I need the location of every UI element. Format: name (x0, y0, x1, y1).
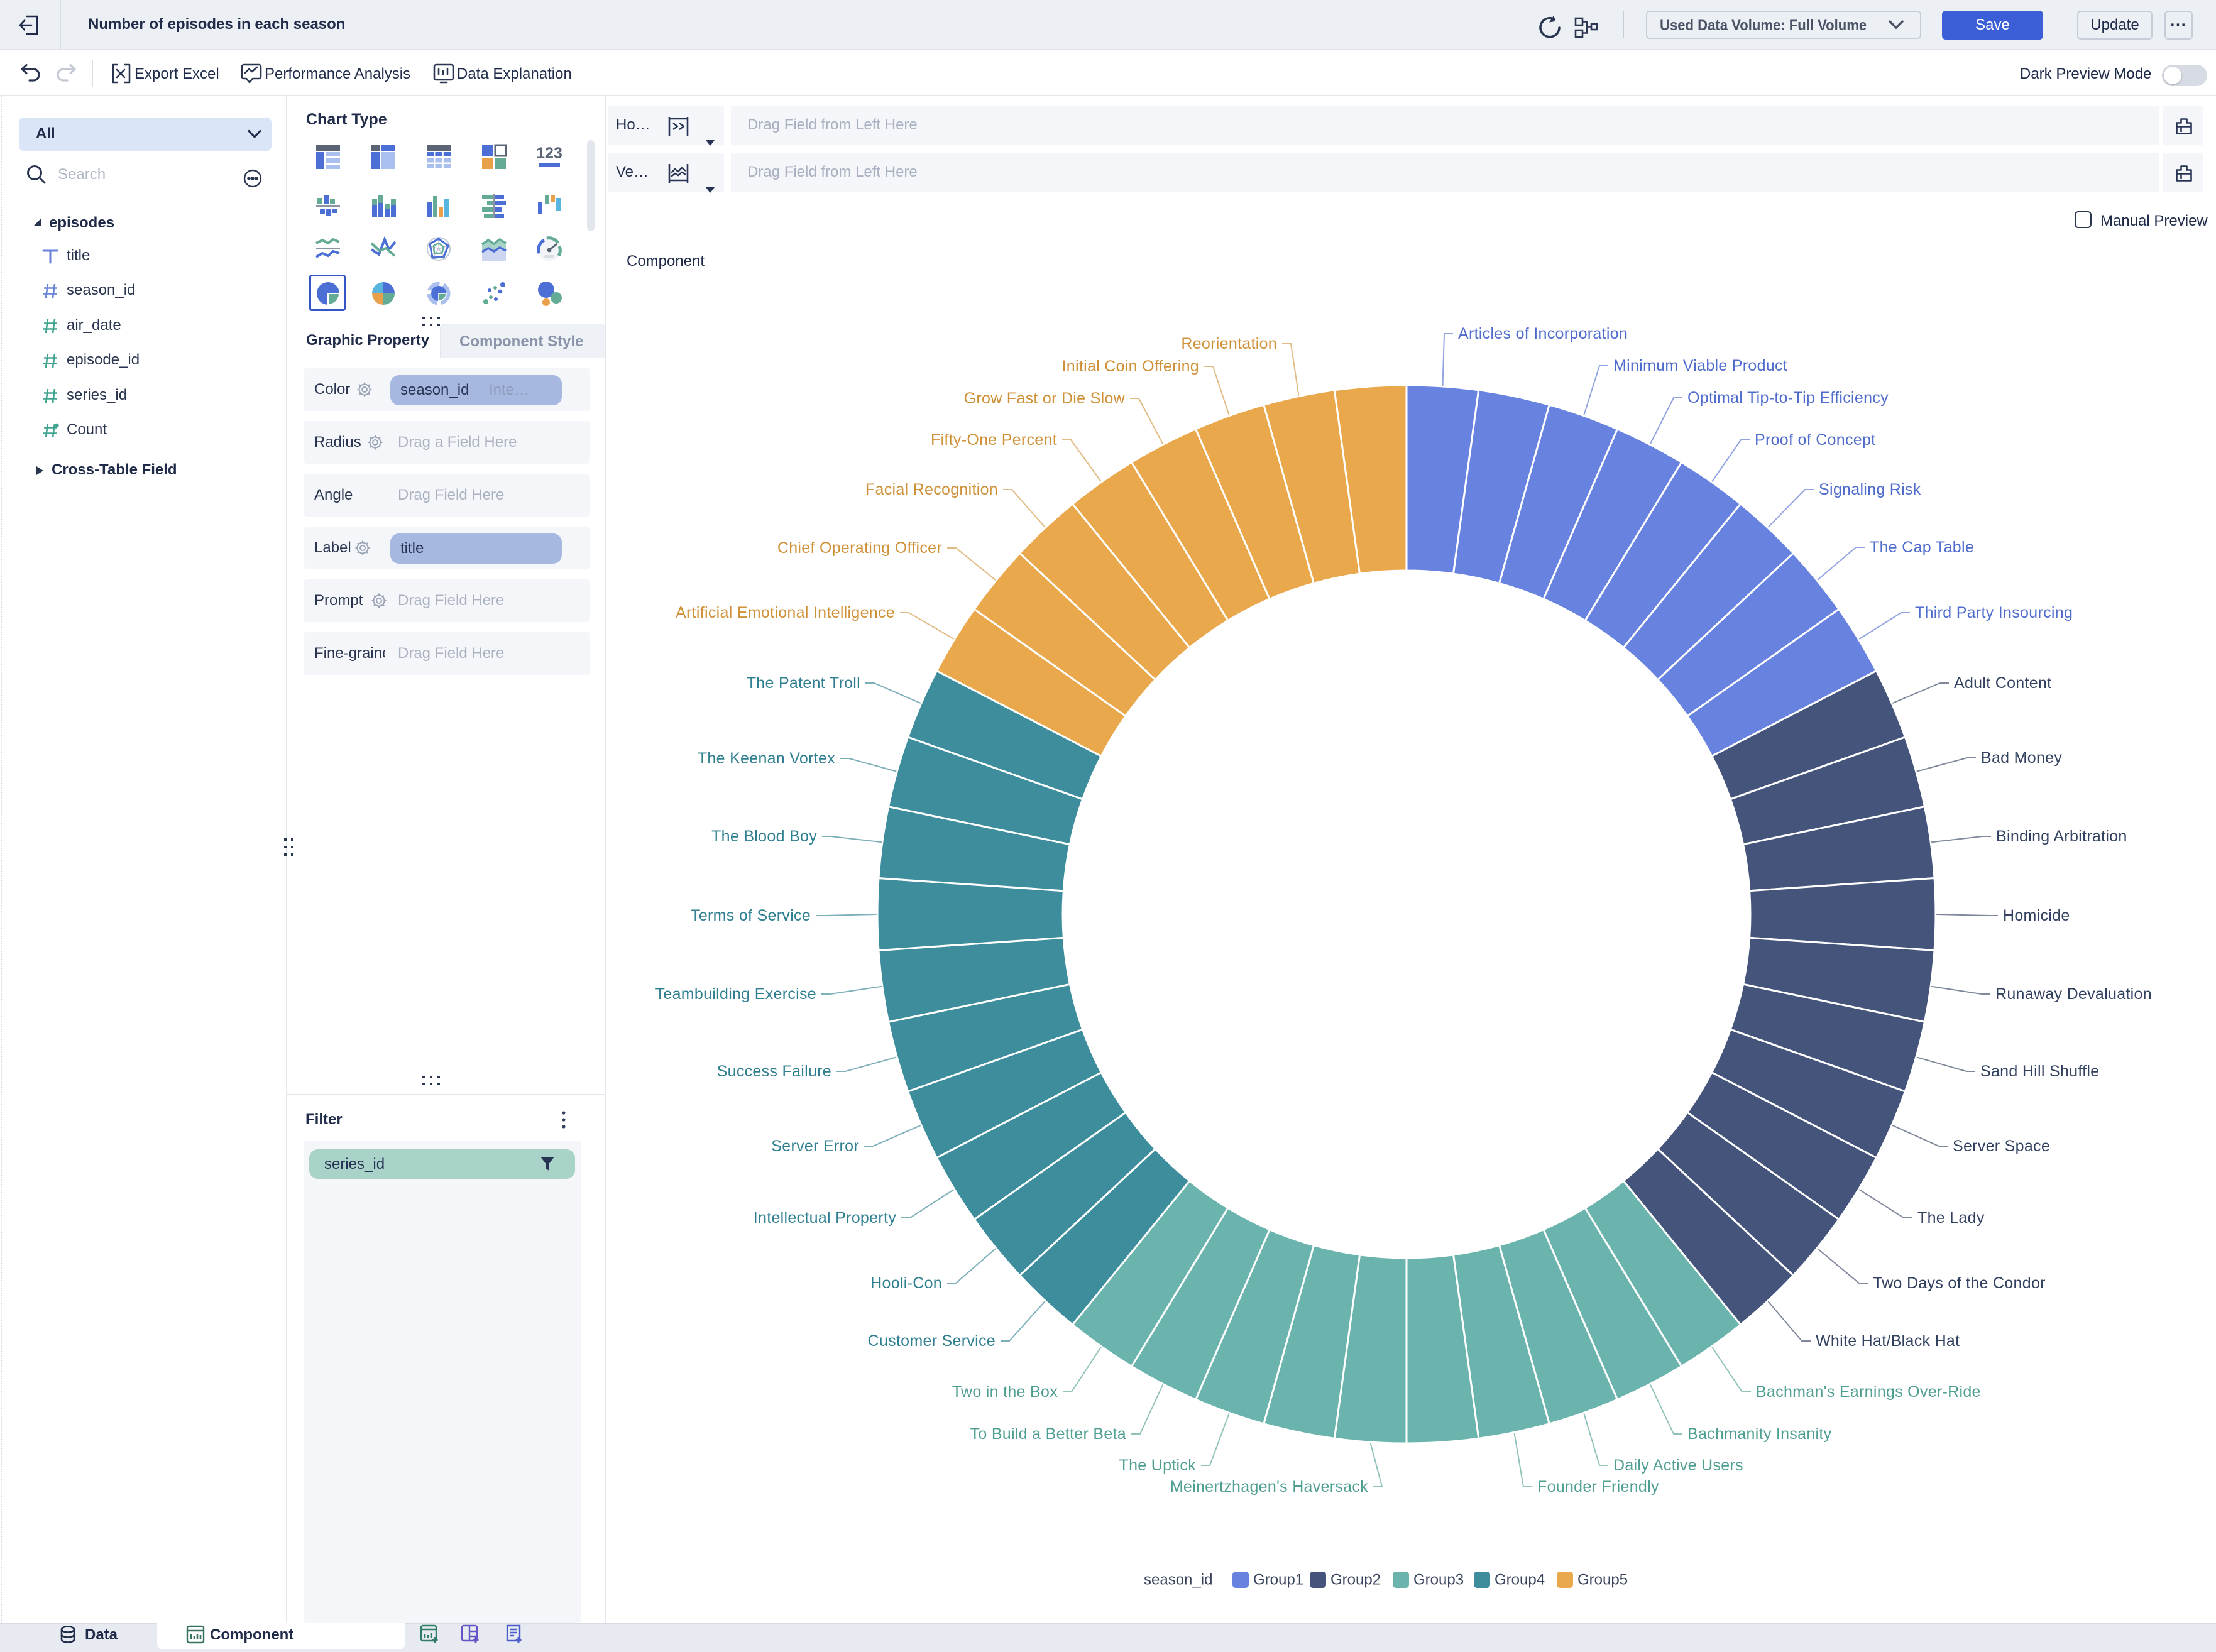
svg-text:Group5: Group5 (1577, 1572, 1628, 1589)
svg-text:Signaling Risk: Signaling Risk (1819, 481, 1921, 498)
svg-text:Facial Recognition: Facial Recognition (865, 481, 998, 498)
svg-text:Server Error: Server Error (771, 1137, 859, 1155)
svg-text:Runaway Devaluation: Runaway Devaluation (1995, 985, 2152, 1003)
svg-text:Grow Fast or Die Slow: Grow Fast or Die Slow (964, 390, 1126, 407)
svg-text:The Patent Troll: The Patent Troll (747, 674, 860, 692)
svg-text:Reorientation: Reorientation (1181, 335, 1277, 353)
svg-text:Group3: Group3 (1413, 1572, 1464, 1589)
svg-text:Sand Hill Shuffle: Sand Hill Shuffle (1980, 1063, 2099, 1080)
svg-text:Intellectual Property: Intellectual Property (754, 1209, 896, 1227)
svg-text:The Cap Table: The Cap Table (1870, 539, 1974, 556)
svg-text:Initial Coin Offering: Initial Coin Offering (1062, 358, 1199, 375)
svg-text:To Build a Better Beta: To Build a Better Beta (970, 1425, 1126, 1443)
svg-text:The Blood Boy: The Blood Boy (711, 828, 817, 845)
svg-text:Artificial Emotional Intellige: Artificial Emotional Intelligence (676, 604, 895, 621)
svg-text:The Keenan Vortex: The Keenan Vortex (698, 750, 835, 767)
svg-text:Adult Content: Adult Content (1954, 674, 2051, 692)
svg-text:Group4: Group4 (1495, 1572, 1545, 1589)
svg-text:Bachman's Earnings Over-Ride: Bachman's Earnings Over-Ride (1756, 1383, 1981, 1401)
svg-text:Two Days of the Condor: Two Days of the Condor (1873, 1274, 2046, 1292)
svg-text:Fifty-One Percent: Fifty-One Percent (931, 431, 1057, 449)
svg-text:Server Space: Server Space (1953, 1137, 2050, 1155)
svg-text:Meinertzhagen's Haversack: Meinertzhagen's Haversack (1170, 1478, 1368, 1496)
svg-text:Articles of Incorporation: Articles of Incorporation (1458, 325, 1628, 342)
svg-text:Group1: Group1 (1253, 1572, 1303, 1589)
svg-text:Hooli-Con: Hooli-Con (870, 1274, 942, 1292)
svg-text:Founder Friendly: Founder Friendly (1537, 1478, 1659, 1496)
svg-text:Optimal Tip-to-Tip Efficiency: Optimal Tip-to-Tip Efficiency (1687, 389, 1889, 407)
svg-text:Third Party Insourcing: Third Party Insourcing (1915, 604, 2073, 621)
svg-text:Teambuilding Exercise: Teambuilding Exercise (655, 985, 816, 1003)
svg-text:Daily Active Users: Daily Active Users (1613, 1457, 1743, 1474)
svg-text:Group2: Group2 (1330, 1572, 1381, 1589)
svg-text:Two in the Box: Two in the Box (952, 1383, 1058, 1401)
svg-text:Minimum Viable Product: Minimum Viable Product (1613, 357, 1787, 375)
svg-text:Customer Service: Customer Service (868, 1332, 996, 1350)
svg-text:The Uptick: The Uptick (1119, 1457, 1197, 1474)
svg-text:Chief Operating Officer: Chief Operating Officer (777, 539, 942, 557)
svg-text:Proof of Concept: Proof of Concept (1755, 431, 1875, 449)
svg-text:Success Failure: Success Failure (717, 1063, 831, 1080)
svg-text:The Lady: The Lady (1917, 1209, 1985, 1227)
svg-text:Bachmanity Insanity: Bachmanity Insanity (1687, 1425, 1832, 1443)
svg-text:Bad Money: Bad Money (1981, 749, 2062, 767)
svg-text:Homicide: Homicide (2003, 907, 2070, 924)
svg-text:Binding Arbitration: Binding Arbitration (1996, 828, 2127, 845)
svg-text:White Hat/Black Hat: White Hat/Black Hat (1816, 1332, 1960, 1350)
svg-text:season_id: season_id (1144, 1572, 1212, 1589)
svg-text:Terms of Service: Terms of Service (691, 907, 811, 924)
